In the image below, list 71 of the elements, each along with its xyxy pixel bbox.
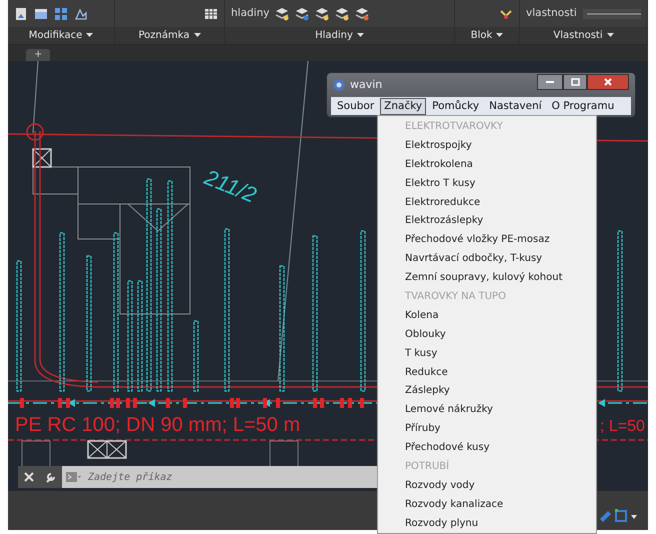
menu-item[interactable]: Navrtávací odbočky, T-kusy	[378, 250, 596, 270]
panel-title[interactable]: Modifikace	[8, 27, 114, 44]
pencil-icon[interactable]	[600, 511, 611, 522]
window-title: wavin	[350, 76, 382, 93]
ribbon-label: hladiny	[231, 6, 270, 21]
crossed-box-icon	[87, 440, 127, 459]
caret-icon	[194, 33, 200, 38]
new-tab-button[interactable]: +	[26, 49, 50, 61]
maximize-button[interactable]	[563, 74, 587, 90]
menu-item[interactable]: T kusy	[378, 344, 596, 364]
parcel-number: 211/2	[201, 164, 260, 208]
menu-item[interactable]: O Programu	[548, 98, 618, 114]
command-field[interactable]: Zadejte příkaz	[86, 466, 380, 488]
minimize-icon	[546, 80, 554, 84]
menu-item[interactable]: Redukce	[378, 364, 596, 382]
caret-icon[interactable]	[631, 515, 637, 519]
table-icon[interactable]	[204, 6, 218, 20]
menu-item[interactable]: Elektrokolena	[378, 156, 596, 175]
window-icon[interactable]	[34, 6, 48, 20]
close-icon	[604, 78, 612, 86]
menu-item[interactable]: Rozvody vody	[378, 476, 596, 496]
menu-item[interactable]: Rozvody kanalizace	[378, 496, 596, 515]
document-icon[interactable]	[14, 6, 28, 20]
menu-item[interactable]: Záslepky	[378, 382, 596, 402]
layers-icon[interactable]	[275, 6, 290, 20]
square-icon[interactable]	[615, 509, 627, 522]
menu-item[interactable]: Rozvody plynu	[378, 514, 596, 534]
menu-section-header: ELEKTROTVAROVKY	[404, 120, 504, 134]
grid-icon[interactable]	[54, 6, 68, 20]
menu-item[interactable]: Lemové nákružky	[378, 401, 596, 420]
pipe-label: PE RC 100; DN 90 mm; L=50 m	[15, 414, 300, 436]
caret-icon	[496, 33, 504, 38]
layers-icon[interactable]	[335, 6, 350, 20]
caret-icon	[86, 33, 94, 38]
close-icon[interactable]	[24, 472, 34, 482]
close-button[interactable]	[587, 74, 629, 90]
wrench-icon[interactable]	[45, 472, 56, 482]
circle-marker	[26, 123, 44, 141]
menu-item[interactable]: Značky	[380, 98, 426, 114]
maximize-icon	[570, 78, 580, 86]
layers-icon[interactable]	[295, 6, 310, 20]
caret-icon	[356, 33, 364, 38]
menu-item[interactable]: Elektroredukce	[378, 194, 596, 212]
panel-title[interactable]: Blok	[455, 27, 519, 44]
menu-item[interactable]: Přechodové kusy	[378, 439, 596, 458]
menu-item[interactable]: Elektro T kusy	[378, 174, 596, 194]
minimize-button[interactable]	[537, 74, 563, 90]
menu-item[interactable]: Elektrozáslepky	[378, 212, 596, 232]
property-field[interactable]	[582, 6, 641, 20]
menu-item[interactable]: Soubor	[333, 98, 378, 114]
panel-title[interactable]: Hladiny	[225, 27, 454, 44]
menu-item[interactable]: Elektrospojky	[378, 136, 596, 156]
menu-item[interactable]: Pomůcky	[428, 98, 484, 114]
layers-icon[interactable]	[355, 6, 370, 20]
app-icon	[333, 79, 345, 91]
crossed-box-icon	[32, 148, 52, 168]
panel-title[interactable]: Poznámka	[115, 27, 224, 44]
panel-title[interactable]: Vlastnosti	[520, 27, 647, 44]
menu-section-header: POTRUBÍ	[404, 458, 450, 474]
menu-item[interactable]: Kolena	[378, 306, 596, 326]
layers-icon[interactable]	[315, 6, 330, 20]
caret-icon	[606, 33, 614, 38]
menu-item[interactable]: Příruby	[378, 420, 596, 440]
ribbon-label: vlastnosti	[526, 6, 577, 21]
menu-section-header: TVAROVKY NA TUPO	[404, 290, 507, 304]
shape-icon[interactable]	[74, 6, 88, 20]
menu-item[interactable]: Zemní soupravy, kulový kohout	[378, 269, 596, 288]
pipe-label: ; L=50	[600, 418, 645, 435]
menu-item[interactable]: Nastavení	[485, 98, 546, 114]
menu-item[interactable]: Přechodové vložky PE-mosaz	[378, 231, 596, 250]
menu-item[interactable]: Oblouky	[378, 326, 596, 345]
